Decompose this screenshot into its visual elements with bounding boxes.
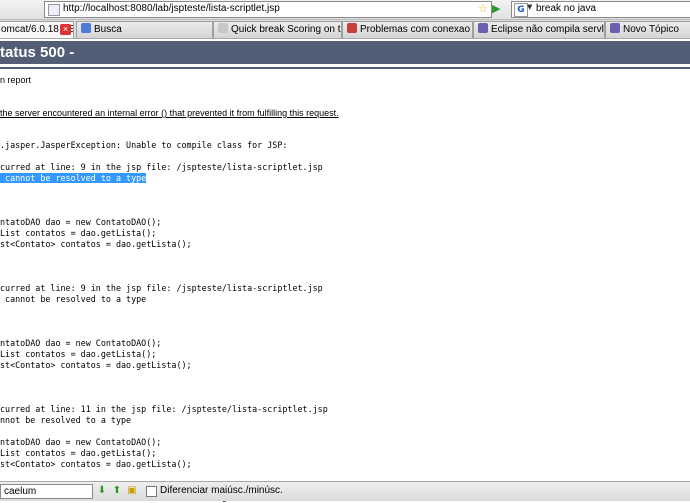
tab-novo-topico[interactable]: Novo Tópico xyxy=(605,21,690,38)
tab-favicon-icon xyxy=(218,23,228,33)
tab-busca[interactable]: Busca xyxy=(76,21,213,38)
trace-line: curred at line: 9 in the jsp file: /jspt… xyxy=(0,283,323,293)
go-arrow-icon[interactable]: ▶ xyxy=(492,2,505,15)
trace-line: ntatoDAO dao = new ContatoDAO(); xyxy=(0,338,162,348)
search-input[interactable]: break no java xyxy=(536,3,596,14)
trace-line: .jasper.JasperException: Unable to compi… xyxy=(0,140,288,150)
tab-favicon-icon xyxy=(81,23,91,33)
trace-line: nnot be resolved to a type xyxy=(0,415,132,425)
divider xyxy=(0,67,690,69)
trace-line: st<Contato> contatos = dao.getLista(); xyxy=(0,239,192,249)
url-bar[interactable]: http://localhost:8080/lab/jspteste/lista… xyxy=(44,1,492,18)
bookmark-star-icon[interactable]: ☆ xyxy=(478,2,488,15)
exception-trace: .jasper.JasperException: Unable to compi… xyxy=(0,140,328,503)
tab-label: Eclipse não compila servlets? xyxy=(491,24,604,35)
tab-problemas[interactable]: Problemas com conexao or... xyxy=(342,21,473,38)
match-case-checkbox[interactable] xyxy=(146,486,157,497)
trace-line: List contatos = dao.getLista(); xyxy=(0,448,157,458)
trace-line: cannot be resolved to a type xyxy=(0,294,147,304)
url-text: http://localhost:8080/lab/jspteste/lista… xyxy=(63,3,280,14)
tab-quick-break[interactable]: Quick break Scoring on the ... xyxy=(213,21,342,38)
page-favicon-icon xyxy=(48,4,60,16)
page-title: tatus 500 - xyxy=(0,44,75,61)
trace-line: ntatoDAO dao = new ContatoDAO(); xyxy=(0,437,162,447)
tab-tomcat[interactable]: omcat/6.0.18 - E... × xyxy=(0,21,74,38)
report-type: n report xyxy=(0,75,32,85)
trace-line: curred at line: 9 in the jsp file: /jspt… xyxy=(0,162,323,172)
trace-line: curred at line: 11 in the jsp file: /jsp… xyxy=(0,404,328,414)
tab-label: Busca xyxy=(94,24,122,35)
trace-line: List contatos = dao.getLista(); xyxy=(0,228,157,238)
tab-eclipse[interactable]: Eclipse não compila servlets? xyxy=(473,21,605,38)
trace-line: List contatos = dao.getLista(); xyxy=(0,349,157,359)
tab-favicon-icon xyxy=(347,23,357,33)
tab-bar: omcat/6.0.18 - E... × Busca Quick break … xyxy=(0,20,690,39)
chevron-down-icon[interactable]: ▼ xyxy=(527,3,532,11)
tab-label: Novo Tópico xyxy=(623,24,679,35)
find-next-arrow-icon[interactable]: ⬇ xyxy=(96,485,108,497)
navigation-toolbar: http://localhost:8080/lab/jspteste/lista… xyxy=(0,0,690,20)
error-description: the server encountered an internal error… xyxy=(0,108,339,118)
tab-label: Problemas com conexao or... xyxy=(360,24,472,35)
tab-favicon-icon xyxy=(610,23,620,33)
search-bar[interactable]: G ▼ break no java xyxy=(511,1,690,18)
highlight-all-icon[interactable]: ▣ xyxy=(126,485,138,497)
find-bar: caelum ⬇ ⬆ ▣ Diferenciar maiúsc./minúsc. xyxy=(0,481,690,501)
trace-line: ntatoDAO dao = new ContatoDAO(); xyxy=(0,217,162,227)
trace-line: st<Contato> contatos = dao.getLista(); xyxy=(0,459,192,469)
find-input[interactable]: caelum xyxy=(0,484,93,499)
match-case-label: Diferenciar maiúsc./minúsc. xyxy=(160,485,283,496)
tab-favicon-icon xyxy=(478,23,488,33)
find-previous-arrow-icon[interactable]: ⬆ xyxy=(111,485,123,497)
http-status-header: tatus 500 - xyxy=(0,41,690,64)
trace-line: cannot be resolved to a type xyxy=(0,173,147,183)
search-engine-icon[interactable]: G xyxy=(514,3,528,17)
tab-label: Quick break Scoring on the ... xyxy=(231,24,341,35)
trace-line: st<Contato> contatos = dao.getLista(); xyxy=(0,360,192,370)
close-icon[interactable]: × xyxy=(60,24,71,35)
